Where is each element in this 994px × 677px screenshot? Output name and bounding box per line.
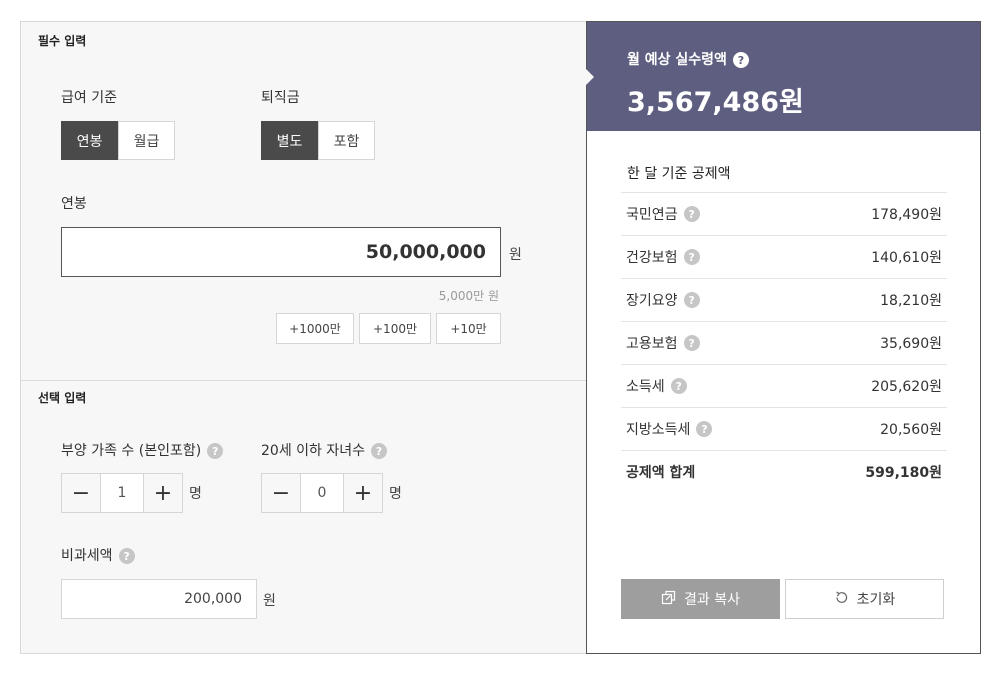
deduction-total-row: 공제액 합계 599,180원 [621,450,947,493]
help-icon[interactable]: ? [207,443,224,459]
help-icon[interactable]: ? [683,335,700,351]
deduction-row: 건강보험? 140,610원 [621,235,947,278]
deduction-row: 장기요양? 18,210원 [621,278,947,321]
dependents-stepper: − 1 + [61,473,183,513]
deduction-name: 국민연금 [626,207,678,223]
reset-icon [834,590,849,609]
help-icon[interactable]: ? [683,249,700,265]
deduction-value: 18,210원 [880,293,942,309]
children-minus-button[interactable]: − [261,473,301,513]
input-panel: 필수 입력 급여 기준 연봉 월급 퇴직금 별도 포함 연봉 50,000,00… [20,21,587,654]
deduction-row: 지방소득세? 20,560원 [621,407,947,450]
deduction-row: 소득세? 205,620원 [621,364,947,407]
deduction-name: 고용보험 [626,336,678,352]
deduction-value: 205,620원 [871,379,942,395]
dependents-label: 부양 가족 수 (본인포함)? [61,440,224,460]
deduction-name-wrap: 건강보험? [626,247,700,267]
help-icon[interactable]: ? [696,421,713,437]
deduction-name: 건강보험 [626,250,678,266]
optional-section-title: 선택 입력 [38,391,87,405]
pay-basis-annual-option[interactable]: 연봉 [61,121,118,160]
children-plus-button[interactable]: + [343,473,383,513]
help-icon[interactable]: ? [732,52,749,68]
deduction-name: 지방소득세 [626,422,691,438]
reset-label: 초기화 [856,592,896,608]
deduction-name-wrap: 지방소득세? [626,419,713,439]
deduction-name-wrap: 고용보험? [626,333,700,353]
deduction-row: 고용보험? 35,690원 [621,321,947,364]
help-icon[interactable]: ? [683,292,700,308]
deduction-name: 소득세 [626,379,665,395]
deduction-name-wrap: 국민연금? [626,204,700,224]
deduction-name-wrap: 장기요양? [626,290,700,310]
deduction-title: 한 달 기준 공제액 [627,166,731,182]
required-section-title: 필수 입력 [38,34,87,48]
deduction-value: 20,560원 [880,422,942,438]
severance-included-option[interactable]: 포함 [318,121,375,160]
severance-toggle: 별도 포함 [261,121,375,160]
copy-icon [661,590,676,609]
section-divider [21,380,587,381]
dependents-unit: 명 [189,486,202,502]
result-pointer [586,69,594,85]
add-10m-button[interactable]: +1000만 [276,313,354,344]
copy-result-button[interactable]: 결과 복사 [621,579,780,619]
help-icon[interactable]: ? [670,378,687,394]
help-icon[interactable]: ? [683,206,700,222]
children-unit: 명 [389,486,402,502]
pay-basis-toggle: 연봉 월급 [61,121,175,160]
children-label: 20세 이하 자녀수? [261,440,387,460]
children-label-text: 20세 이하 자녀수 [261,443,365,459]
copy-result-label: 결과 복사 [684,592,740,608]
dependents-label-text: 부양 가족 수 (본인포함) [61,443,202,459]
nontax-label: 비과세액? [61,545,135,565]
children-value[interactable]: 0 [301,473,343,513]
salary-unit: 원 [509,247,522,263]
dependents-minus-button[interactable]: − [61,473,101,513]
nontax-unit: 원 [263,593,276,609]
deduction-name-wrap: 소득세? [626,376,687,396]
add-100k-button[interactable]: +10만 [436,313,501,344]
help-icon[interactable]: ? [118,548,135,564]
reset-button[interactable]: 초기화 [785,579,944,619]
severance-label: 퇴직금 [261,90,300,106]
deduction-list: 국민연금? 178,490원 건강보험? 140,610원 장기요양? 18,2… [621,192,947,493]
nontax-label-text: 비과세액 [61,548,113,564]
severance-separate-option[interactable]: 별도 [261,121,318,160]
deduction-value: 140,610원 [871,250,942,266]
pay-basis-monthly-option[interactable]: 월급 [118,121,175,160]
salary-label: 연봉 [61,196,87,212]
deduction-total-value: 599,180원 [865,465,942,481]
salary-input[interactable]: 50,000,000 [61,227,501,277]
salary-hint: 5,000만 원 [438,289,499,303]
deduction-value: 35,690원 [880,336,942,352]
deduction-value: 178,490원 [871,207,942,223]
dependents-value[interactable]: 1 [101,473,143,513]
result-title: 월 예상 실수령액? [627,49,749,69]
result-title-text: 월 예상 실수령액 [627,52,727,68]
result-header: 월 예상 실수령액? 3,567,486원 [586,22,980,131]
result-panel: 월 예상 실수령액? 3,567,486원 한 달 기준 공제액 국민연금? 1… [586,21,981,654]
dependents-plus-button[interactable]: + [143,473,183,513]
nontax-input[interactable]: 200,000 [61,579,257,619]
pay-basis-label: 급여 기준 [61,90,117,106]
deduction-row: 국민연금? 178,490원 [621,192,947,235]
children-stepper: − 0 + [261,473,383,513]
net-pay-amount: 3,567,486원 [627,87,804,118]
deduction-total-label: 공제액 합계 [626,465,696,481]
help-icon[interactable]: ? [371,443,387,459]
deduction-name: 장기요양 [626,293,678,309]
add-1m-button[interactable]: +100만 [359,313,431,344]
